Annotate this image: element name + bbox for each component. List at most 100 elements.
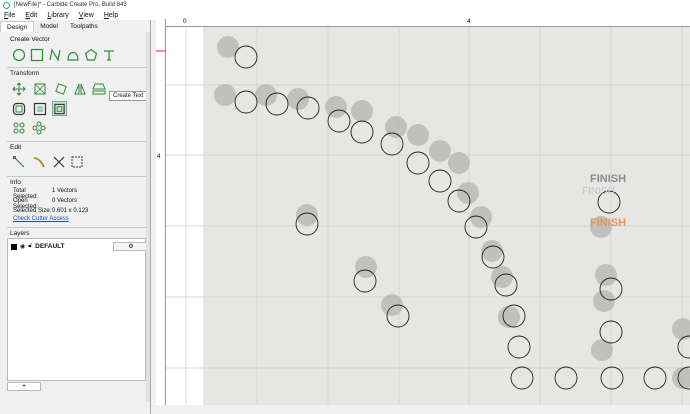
boolean-tool-button[interactable] bbox=[32, 101, 47, 116]
gear-icon: ⚙ bbox=[128, 244, 134, 250]
transform-heading: Transform bbox=[10, 70, 40, 77]
printed-spot bbox=[593, 290, 615, 312]
printed-spot bbox=[498, 306, 520, 328]
circular-array-tool-button[interactable] bbox=[31, 120, 46, 135]
divider bbox=[7, 67, 147, 68]
layer-name: DEFAULT bbox=[35, 243, 65, 250]
printed-spot bbox=[591, 339, 613, 361]
layers-heading: Layers bbox=[10, 230, 30, 237]
app-icon bbox=[3, 1, 10, 9]
printed-spot bbox=[214, 84, 236, 106]
scale-icon bbox=[34, 83, 45, 94]
panel-splitter[interactable] bbox=[150, 20, 151, 414]
printed-spot bbox=[325, 96, 347, 118]
vruler-label: 4 bbox=[157, 154, 161, 160]
info-heading: Info bbox=[10, 179, 21, 186]
finish-label-orange: FINISH bbox=[590, 217, 626, 229]
grid-dots-icon bbox=[13, 122, 24, 133]
finish-label-dark: FINISH bbox=[590, 173, 626, 185]
vertical-ruler-ticks: 4 bbox=[156, 50, 166, 160]
text-tool-button[interactable] bbox=[101, 47, 116, 62]
array-tool-button[interactable] bbox=[11, 120, 26, 135]
scale-tool-button[interactable] bbox=[32, 81, 47, 96]
title-bar: [NewFile]* - Carbide Create Pro, Build 8… bbox=[0, 0, 690, 10]
create-vector-heading: Create Vector bbox=[10, 36, 50, 43]
offset-icon bbox=[12, 102, 25, 115]
move-tool-button[interactable] bbox=[11, 81, 26, 96]
tab-design[interactable]: Design bbox=[0, 21, 35, 32]
menu-view[interactable]: View bbox=[79, 12, 94, 19]
printed-spot bbox=[287, 88, 309, 110]
canvas-drawing: FINISH FINISH FINISH bbox=[166, 27, 690, 405]
circle-icon bbox=[12, 48, 25, 61]
cut-tool-button[interactable] bbox=[51, 154, 66, 169]
layers-list: ◉ 🔓︎ DEFAULT ⚙ bbox=[7, 238, 149, 381]
design-panel: Create Vector Create Text Transform Edit… bbox=[3, 32, 150, 402]
polyline-tool-button[interactable] bbox=[47, 47, 62, 62]
select-region-tool-button[interactable] bbox=[69, 154, 84, 169]
rotate-tool-button[interactable] bbox=[53, 81, 68, 96]
rectangle-tool-button[interactable] bbox=[29, 47, 44, 62]
move-arrows-icon bbox=[11, 81, 26, 96]
menu-help[interactable]: Help bbox=[104, 12, 118, 19]
horizontal-ruler: 0 4 bbox=[166, 18, 690, 27]
selected-size-value: 0.601 x 0.123 bbox=[52, 208, 89, 214]
info-selected-size: Selected Size: 0.601 x 0.123 bbox=[13, 208, 88, 214]
pentagon-icon bbox=[84, 48, 97, 61]
layer-row[interactable]: ◉ 🔓︎ DEFAULT ⚙ bbox=[11, 242, 149, 251]
printed-spot bbox=[296, 204, 318, 226]
panel-tabs: Design Model Toolpaths bbox=[0, 21, 150, 32]
menu-library[interactable]: Library bbox=[47, 12, 68, 19]
lock-icon[interactable]: 🔓︎ bbox=[28, 243, 32, 250]
mirror-tool-button[interactable] bbox=[72, 81, 87, 96]
polygon-tool-button[interactable] bbox=[83, 47, 98, 62]
vertical-ruler: 4 bbox=[156, 19, 166, 405]
cut-icon bbox=[53, 156, 64, 167]
selected-size-label: Selected Size: bbox=[13, 208, 52, 214]
layer-color-swatch[interactable] bbox=[11, 243, 17, 250]
dashed-rect-icon bbox=[71, 156, 82, 167]
printed-spot bbox=[407, 124, 429, 146]
node-pointer-icon bbox=[12, 155, 24, 167]
tab-toolpaths[interactable]: Toolpaths bbox=[64, 21, 104, 32]
group-icon bbox=[54, 103, 65, 114]
node-edit-tool-button[interactable] bbox=[11, 154, 26, 169]
circular-dots-icon bbox=[32, 121, 45, 134]
printed-spot bbox=[457, 182, 479, 204]
group-tool-button[interactable] bbox=[52, 101, 67, 116]
text-icon bbox=[103, 49, 114, 61]
divider bbox=[7, 141, 147, 142]
menu-edit[interactable]: Edit bbox=[25, 12, 37, 19]
create-text-tooltip: Create Text bbox=[109, 91, 148, 101]
printed-spot bbox=[491, 266, 513, 288]
printed-spot bbox=[351, 100, 373, 122]
divider bbox=[7, 176, 147, 177]
add-layer-button[interactable]: + bbox=[7, 382, 41, 391]
trim-tool-button[interactable] bbox=[31, 154, 46, 169]
circle-tool-button[interactable] bbox=[11, 47, 26, 62]
printed-spot bbox=[448, 152, 470, 174]
hruler-label: 4 bbox=[467, 18, 471, 25]
rotate-icon bbox=[54, 82, 67, 95]
align-tool-button[interactable] bbox=[91, 81, 106, 96]
curve-icon bbox=[66, 51, 79, 61]
curve-tool-button[interactable] bbox=[65, 47, 80, 62]
eye-icon[interactable]: ◉ bbox=[20, 243, 25, 250]
mirror-icon bbox=[73, 83, 86, 94]
tab-model[interactable]: Model bbox=[34, 21, 64, 32]
offset-tool-button[interactable] bbox=[11, 101, 26, 116]
menu-file[interactable]: File bbox=[4, 12, 15, 19]
rectangle-icon bbox=[30, 48, 43, 61]
finish-label-faint: FINISH bbox=[582, 186, 615, 197]
hruler-label: 0 bbox=[183, 18, 187, 25]
design-canvas[interactable]: FINISH FINISH FINISH bbox=[166, 27, 690, 405]
window-title: [NewFile]* - Carbide Create Pro, Build 8… bbox=[14, 2, 127, 8]
boolean-icon bbox=[33, 102, 46, 115]
printed-spot bbox=[595, 264, 617, 286]
edit-heading: Edit bbox=[10, 144, 22, 151]
printed-spot bbox=[429, 140, 451, 162]
printed-spot bbox=[385, 116, 407, 138]
layer-settings-button[interactable]: ⚙ bbox=[113, 242, 149, 251]
divider bbox=[7, 227, 147, 228]
check-cutter-access-link[interactable]: Check Cutter Access bbox=[13, 216, 69, 222]
